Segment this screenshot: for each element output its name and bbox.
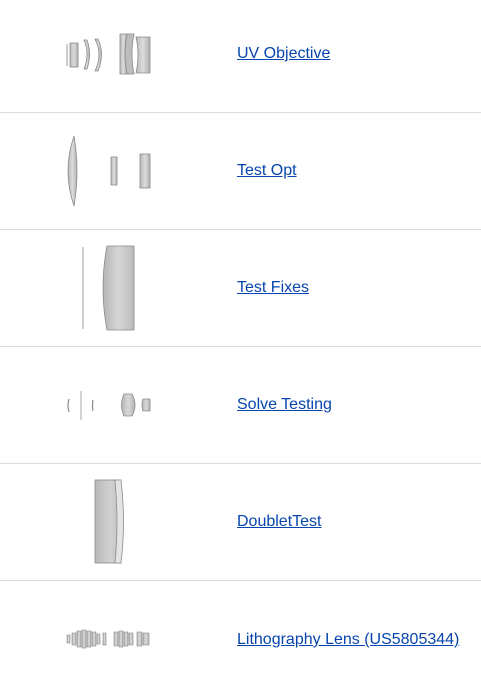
list-item: UV Objective (0, 0, 481, 113)
list-item: DoubletTest (0, 464, 481, 581)
lens-link-lithography-lens[interactable]: Lithography Lens (US5805344) (237, 631, 459, 649)
list-item: Solve Testing (0, 347, 481, 464)
solve-testing-lens-diagram[interactable] (40, 347, 190, 463)
lens-link-solve-testing[interactable]: Solve Testing (237, 396, 332, 414)
test-opt-lens-diagram[interactable] (40, 113, 190, 229)
lens-link-test-fixes[interactable]: Test Fixes (237, 279, 309, 297)
lens-link-test-opt[interactable]: Test Opt (237, 162, 297, 180)
list-item: Test Fixes (0, 230, 481, 347)
lens-link-doublet-test[interactable]: DoubletTest (237, 513, 322, 531)
doublet-test-lens-diagram[interactable] (40, 464, 190, 580)
lithography-lens-diagram[interactable] (40, 581, 190, 697)
lens-list: UV Objective Test Opt Test Fixes Solve T… (0, 0, 481, 696)
list-item: Lithography Lens (US5805344) (0, 581, 481, 696)
uv-objective-lens-diagram[interactable] (40, 0, 190, 116)
list-item: Test Opt (0, 113, 481, 230)
test-fixes-lens-diagram[interactable] (40, 230, 190, 346)
lens-link-uv-objective[interactable]: UV Objective (237, 45, 330, 63)
